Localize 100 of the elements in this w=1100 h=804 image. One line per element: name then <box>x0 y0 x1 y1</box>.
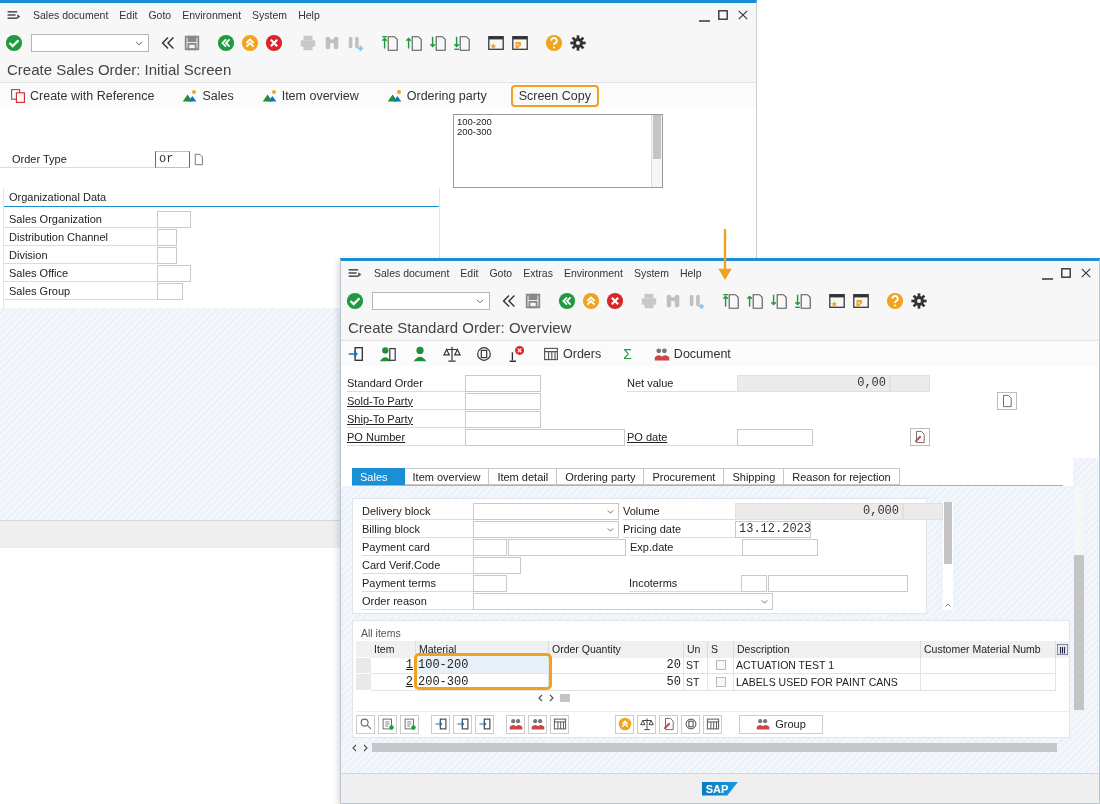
toolbar-icon-button[interactable] <box>550 714 569 734</box>
page-up-icon <box>746 291 764 310</box>
toolbar-button[interactable]: Item overview <box>257 85 363 106</box>
tab[interactable]: Item detail <box>489 468 558 485</box>
tab[interactable]: Item overview <box>404 468 490 485</box>
screen-title: Create Sales Order: Initial Screen <box>0 58 756 82</box>
dropdown-field[interactable] <box>473 502 619 520</box>
highlighted-toolbar-button[interactable]: Screen Copy <box>510 84 599 107</box>
column-header[interactable]: Customer Material Numb <box>921 641 1056 658</box>
scrollbar[interactable] <box>372 743 1057 752</box>
input-field[interactable] <box>157 264 191 282</box>
field-label: Distribution Channel <box>9 230 109 243</box>
column-header[interactable]: Un <box>684 641 708 658</box>
toolbar-icon-button[interactable] <box>378 714 397 734</box>
checkbox[interactable] <box>715 660 726 671</box>
toolbar-icon-button[interactable] <box>475 714 494 734</box>
logo: SAP <box>701 781 739 796</box>
menu-item[interactable]: Sales document <box>33 9 109 21</box>
field-link[interactable]: PO date <box>627 430 668 443</box>
menu-item[interactable]: System <box>252 9 288 21</box>
scrollbar[interactable] <box>1073 488 1085 710</box>
toolbar-button[interactable]: Sales <box>178 85 238 106</box>
document-button[interactable] <box>997 392 1017 410</box>
scroll-thumb[interactable] <box>560 693 570 702</box>
scrollbar[interactable] <box>651 115 662 187</box>
column-header[interactable]: Description <box>734 641 921 658</box>
menu-item[interactable]: Edit <box>460 267 479 279</box>
toolbar-icon-button[interactable] <box>659 714 678 734</box>
tab[interactable]: Sales <box>352 468 405 485</box>
exit-icon <box>582 291 600 310</box>
tab[interactable]: Ordering party <box>557 468 645 485</box>
checkbox[interactable] <box>715 676 726 687</box>
menu-item[interactable]: System <box>633 267 669 279</box>
input-field[interactable] <box>465 392 541 410</box>
input-field[interactable] <box>157 282 183 300</box>
toolbar-icon-button[interactable] <box>431 714 450 734</box>
input-field[interactable] <box>157 210 191 228</box>
column-header[interactable]: Item <box>371 641 416 658</box>
table-cell: 2 <box>371 674 416 691</box>
column-header[interactable]: Order Quantity <box>549 641 684 658</box>
menu-item[interactable]: Sales document <box>374 267 450 279</box>
toolbar-icon-button[interactable] <box>528 714 547 734</box>
order-type-field[interactable]: or <box>155 150 190 168</box>
toolbar-icon-button[interactable] <box>453 714 472 734</box>
row-selector[interactable] <box>356 674 371 691</box>
input-field[interactable] <box>473 538 507 556</box>
dropdown-field[interactable] <box>473 592 773 610</box>
input-field[interactable] <box>465 428 625 446</box>
input-field[interactable] <box>465 410 541 428</box>
command-field[interactable] <box>31 33 149 52</box>
group-button[interactable]: Group <box>739 714 823 734</box>
field-label: Sales Organization <box>9 212 102 225</box>
field-link[interactable]: Sold-To Party <box>347 394 414 407</box>
menu-item[interactable]: Environment <box>563 267 623 279</box>
tab[interactable]: Reason for rejection <box>784 468 900 485</box>
toolbar-icon-button[interactable] <box>703 714 722 734</box>
input-field[interactable] <box>465 374 541 392</box>
column-header[interactable]: S <box>708 641 734 658</box>
last-page-icon <box>794 291 812 310</box>
toolbar-icon-button[interactable] <box>681 714 700 734</box>
input-field[interactable] <box>737 428 813 446</box>
toolbar-icon-button[interactable] <box>637 714 656 734</box>
menu-item[interactable]: Goto <box>148 9 172 21</box>
toolbar-button[interactable]: Σ <box>619 343 636 364</box>
menu-item[interactable]: Extras <box>523 267 553 279</box>
toolbar-button[interactable]: Orders <box>539 343 606 364</box>
edit-button[interactable] <box>910 428 930 446</box>
toolbar-icon-button[interactable] <box>356 714 375 734</box>
tab[interactable]: Procurement <box>644 468 725 485</box>
input-field[interactable] <box>157 246 177 264</box>
input-field[interactable] <box>473 574 507 592</box>
field-link[interactable]: PO Number <box>347 430 406 443</box>
toolbar-button[interactable]: Ordering party <box>382 85 491 106</box>
menu-item[interactable]: Help <box>298 9 320 21</box>
input-field[interactable] <box>741 574 767 592</box>
input-field[interactable] <box>768 574 908 592</box>
input-field[interactable]: 13.12.2023 <box>735 520 811 538</box>
input-field[interactable] <box>508 538 626 556</box>
toolbar-icon-button[interactable] <box>506 714 525 734</box>
menu-item[interactable]: Edit <box>119 9 138 21</box>
page-down-icon <box>429 33 447 52</box>
menu-item[interactable]: Goto <box>489 267 513 279</box>
field-link[interactable]: Ship-To Party <box>347 412 414 425</box>
toolbar-icon-button[interactable] <box>400 714 419 734</box>
dropdown-field[interactable] <box>473 520 619 538</box>
scales-icon <box>443 344 461 363</box>
clipboard-list[interactable]: 100-200 200-300 <box>453 114 663 188</box>
help-icon <box>545 33 563 52</box>
scrollbar[interactable] <box>943 502 953 610</box>
close-icon <box>1079 266 1093 280</box>
toolbar-button[interactable]: Document <box>649 343 735 364</box>
screen-title: Create Standard Order: Overview <box>341 316 1099 340</box>
menu-item[interactable]: Help <box>679 267 702 279</box>
input-field[interactable] <box>742 538 818 556</box>
toolbar-button[interactable]: Create with Reference <box>6 85 159 106</box>
tab[interactable]: Shipping <box>724 468 785 485</box>
menu-item[interactable]: Environment <box>182 9 242 21</box>
command-field[interactable] <box>372 291 490 310</box>
input-field[interactable] <box>157 228 177 246</box>
input-field[interactable] <box>473 556 521 574</box>
